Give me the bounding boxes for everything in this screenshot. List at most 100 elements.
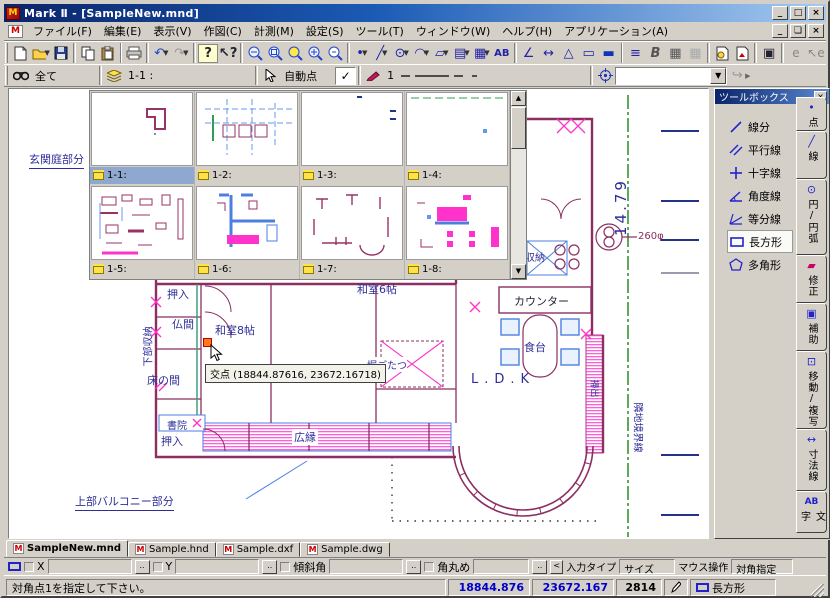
export-bmp-icon[interactable] [712,44,732,63]
doc-tab-sample-dwg[interactable]: MSample.dwg [300,542,390,557]
text-tool-icon[interactable]: AB [492,44,512,63]
zoom-in-icon[interactable] [305,44,325,63]
fillet-input[interactable] [473,559,529,574]
y-checkbox[interactable] [153,562,163,572]
thumbnail-8[interactable]: 1-8: [405,185,510,279]
redo-icon[interactable]: ↷▼ [171,44,191,63]
toolbar-grip[interactable] [5,43,8,63]
mdi-close-button[interactable]: × [808,24,824,38]
grid-dots-icon[interactable]: ▦ [665,44,685,63]
dialog-icon[interactable]: ▣ [759,44,779,63]
tab-dimension[interactable]: ↔寸法線 [796,429,827,491]
close-button[interactable]: × [808,6,824,20]
undo-icon[interactable]: ↶▼ [151,44,171,63]
snap-toggle-button[interactable]: ✓ [335,67,356,85]
measure-area-icon[interactable]: ▭ [579,44,599,63]
fillet-checkbox[interactable] [424,562,434,572]
current-layer-label[interactable]: 1-1 : [124,69,157,82]
slope-checkbox[interactable] [280,562,290,572]
hatch-tool-icon[interactable]: ▦▼ [472,44,492,63]
save-icon[interactable] [51,44,71,63]
slope-input[interactable] [329,559,403,574]
toolbox-item-polygon[interactable]: 多角形 [727,253,793,276]
y-input[interactable] [175,559,259,574]
e-pointer-icon[interactable]: ↖e [806,44,826,63]
mdi-restore-button[interactable]: ❏ [790,24,806,38]
menu-draw[interactable]: 作図(C) [198,21,248,41]
x-more-button[interactable]: .. [135,560,150,574]
arc-tool-icon[interactable]: ◠▼ [412,44,432,63]
print-icon[interactable] [124,44,144,63]
menu-application[interactable]: アプリケーション(A) [558,21,674,41]
doc-tab-sample-hnd[interactable]: MSample.hnd [128,542,216,557]
expand-icon[interactable]: ▶ [745,72,750,80]
menu-settings[interactable]: 設定(S) [300,21,350,41]
input-type-value[interactable]: サイズ [619,559,675,574]
maximize-button[interactable]: □ [790,6,806,20]
y-more-button[interactable]: .. [262,560,277,574]
e-tool-icon[interactable]: e [786,44,806,63]
measure-length-icon[interactable]: ∠ [519,44,539,63]
menu-window[interactable]: ウィンドウ(W) [410,21,496,41]
tab-auxiliary[interactable]: ▣補助 [796,303,827,351]
tab-point[interactable]: •点 [796,97,827,131]
x-input[interactable] [48,559,132,574]
link-icon[interactable]: ↪ [727,66,747,85]
layers-icon[interactable]: ≡ [625,44,645,63]
paste-icon[interactable] [98,44,118,63]
pen-number-label[interactable]: 1 [383,69,398,82]
measure-volume-icon[interactable]: ▬ [599,44,619,63]
zoom-out-icon[interactable] [245,44,265,63]
thumbnail-7[interactable]: 1-7: [300,185,405,279]
document-icon[interactable]: M [8,25,23,38]
new-file-icon[interactable] [11,44,31,63]
measure-distance-icon[interactable]: ↔ [539,44,559,63]
toolbox-item-line[interactable]: 線分 [727,115,793,138]
copy-icon[interactable] [78,44,98,63]
mouse-op-value[interactable]: 対角指定 [731,559,793,574]
export-pdf-icon[interactable] [732,44,752,63]
slope-more-button[interactable]: .. [406,560,421,574]
toolbox-item-angle[interactable]: 角度線 [727,184,793,207]
toolbox-item-bisector[interactable]: 等分線 [727,207,793,230]
minimize-button[interactable]: _ [772,6,788,20]
thumbnail-1[interactable]: 1-1: [90,91,195,185]
grid-lines-icon[interactable]: ▦ [685,44,705,63]
pen-icon[interactable] [363,66,383,85]
chevron-down-icon[interactable]: ▼ [710,68,726,84]
line-tool-icon[interactable]: ╱▼ [372,44,392,63]
toolbar-grip[interactable] [5,66,8,85]
search-icon[interactable] [11,66,31,85]
menu-help[interactable]: ヘルプ(H) [496,21,558,41]
menu-view[interactable]: 表示(V) [147,21,197,41]
reference-combobox[interactable]: ▼ [615,67,727,85]
thumbnail-5[interactable]: 1-5: [90,185,195,279]
zoom-previous-icon[interactable] [325,44,345,63]
shape-tool-icon[interactable]: ▱▼ [432,44,452,63]
menu-file[interactable]: ファイル(F) [27,21,98,41]
line-style-sample[interactable] [398,66,492,85]
polyline-tool-icon[interactable]: ▤▼ [452,44,472,63]
collapse-button[interactable]: < [550,560,563,574]
layer-icon[interactable] [104,66,124,85]
search-scope-label[interactable]: 全て [31,68,61,84]
toolbox-item-cross[interactable]: 十字線 [727,161,793,184]
drawing-canvas[interactable]: 玄関庭部分 押入 仏間 和室8帖 和室6帖 床の間 書院 押入 広縁 堀ごたつ … [8,88,709,539]
circle-tool-icon[interactable]: ⊙▼ [392,44,412,63]
toolbox-item-rectangle[interactable]: 長方形 [727,230,793,253]
point-tool-icon[interactable]: •▼ [352,44,372,63]
menu-edit[interactable]: 編集(E) [98,21,148,41]
thumbnail-6[interactable]: 1-6: [195,185,300,279]
thumbnail-4[interactable]: 1-4: [405,91,510,185]
tab-text[interactable]: AB文字 [796,491,827,533]
help-icon[interactable]: ? [198,44,218,63]
scroll-up-icon[interactable]: ▲ [511,91,526,106]
resize-grip[interactable] [811,584,824,597]
open-file-icon[interactable]: ▼ [31,44,51,63]
menu-measure[interactable]: 計測(M) [248,21,300,41]
context-help-icon[interactable]: ↖? [218,44,238,63]
zoom-window-icon[interactable] [265,44,285,63]
doc-tab-sample-dxf[interactable]: MSample.dxf [216,542,300,557]
toolbox-item-parallel[interactable]: 平行線 [727,138,793,161]
doc-tab-samplenew-mnd[interactable]: MSampleNew.mnd [6,540,128,557]
